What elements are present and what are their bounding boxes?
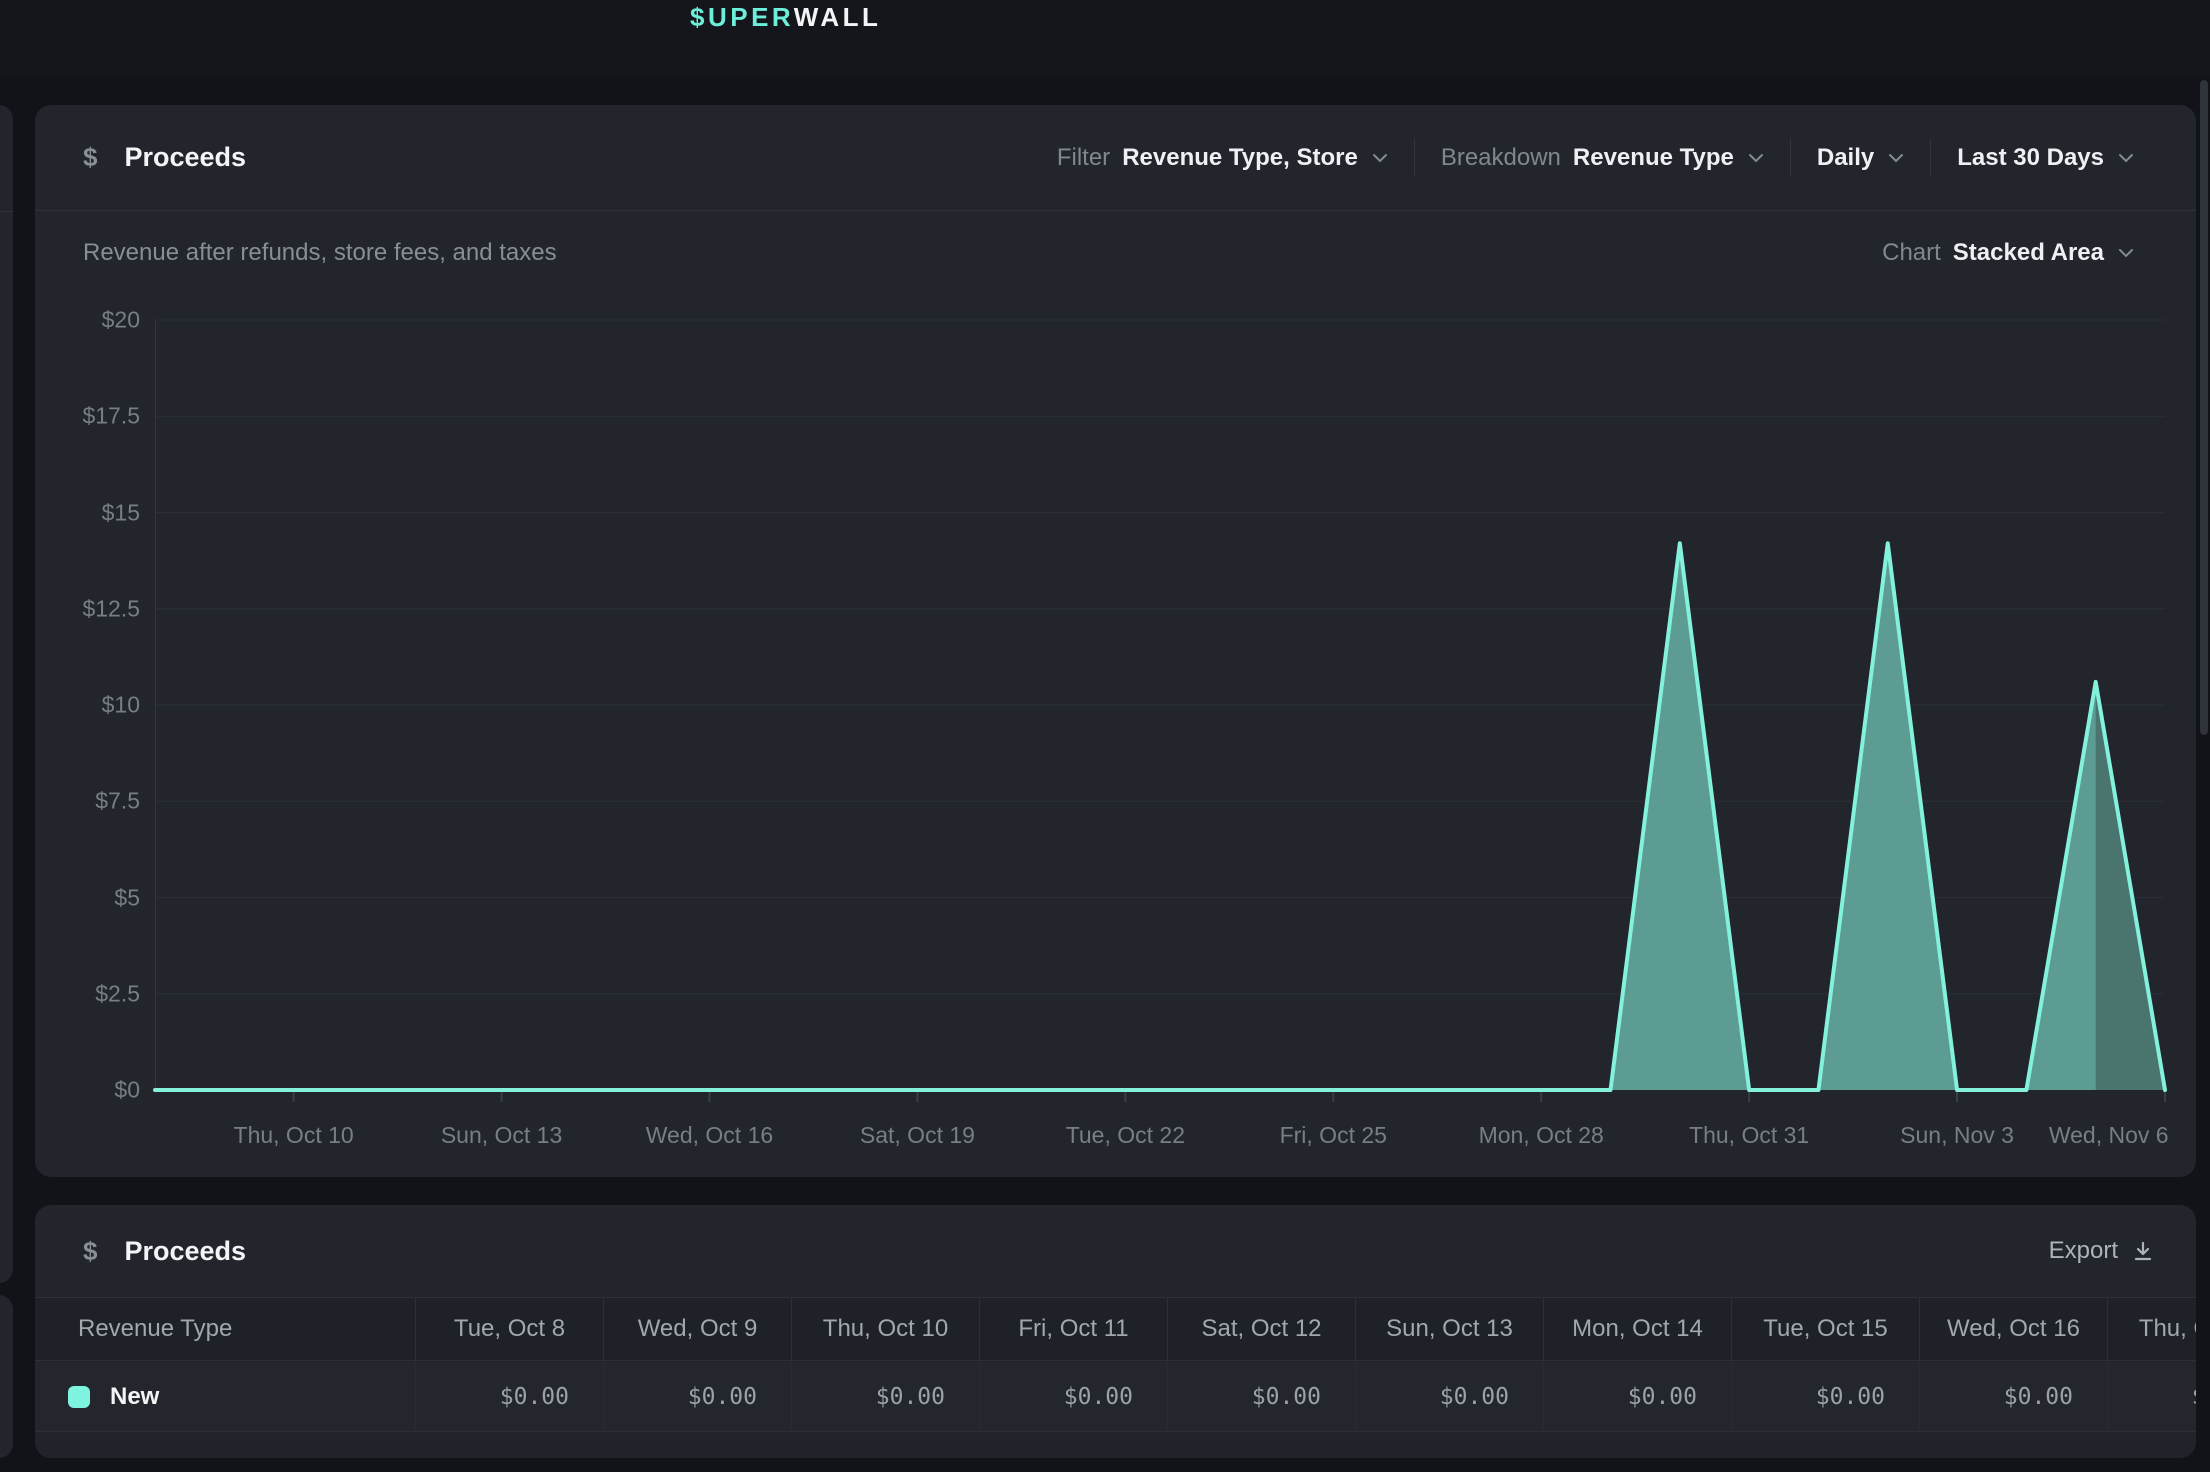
logo-dollar-part: $UPER [690,2,794,32]
date-range-value: Last 30 Days [1957,144,2104,172]
superwall-logo: $UPERWALL [690,2,881,33]
x-axis-label: Wed, Oct 16 [646,1122,773,1149]
dollar-icon: $ [83,1236,97,1267]
filter-dropdown[interactable]: Filter Revenue Type, Store [1031,144,1414,172]
value-cell: $0.00 [1543,1362,1731,1431]
y-axis-label: $15 [15,499,140,526]
chevron-down-icon [2118,153,2134,163]
value-cell: $0.00 [791,1362,979,1431]
x-axis-label: Sun, Nov 3 [1900,1122,2014,1149]
value-cell: $0.00 [1167,1362,1355,1431]
row-label-cell: New [35,1362,415,1431]
chart-controls: Filter Revenue Type, Store Breakdown Rev… [1031,139,2160,177]
value-cell: $0.00 [1355,1362,1543,1431]
chevron-down-icon [2118,248,2134,258]
column-header-date: Wed, Oct 9 [603,1298,791,1360]
column-header-date: Tue, Oct 8 [415,1298,603,1360]
table-card-header: $ Proceeds Export [35,1205,2196,1297]
y-axis-label: $10 [15,692,140,719]
y-axis-label: $7.5 [15,788,140,815]
column-header-date: Tue, Oct 15 [1731,1298,1919,1360]
x-axis-label: Mon, Oct 28 [1479,1122,1604,1149]
chart-subtitle: Revenue after refunds, store fees, and t… [83,239,557,267]
column-header-date: Wed, Oct 16 [1919,1298,2107,1360]
chevron-down-icon [1888,153,1904,163]
chart-type-dropdown[interactable]: Chart Stacked Area [1882,239,2134,267]
x-axis-label: Tue, Oct 22 [1066,1122,1185,1149]
left-clipped-card-divider [0,211,13,212]
x-axis-label: Sun, Oct 13 [441,1122,562,1149]
x-axis-label: Fri, Oct 25 [1280,1122,1387,1149]
proceeds-table-card: $ Proceeds Export Revenue TypeTue, Oct 8… [35,1205,2196,1458]
column-header-date: Sat, Oct 12 [1167,1298,1355,1360]
chart-type-label: Chart [1882,239,1941,267]
left-clipped-card-bottom [0,1295,13,1458]
value-cell: $0.00 [1919,1362,2107,1431]
chart-subheader: Revenue after refunds, store fees, and t… [35,233,2196,273]
chart-card-title: Proceeds [124,142,246,173]
chevron-down-icon [1748,153,1764,163]
granularity-value: Daily [1817,144,1874,172]
column-header-date: Thu, Oct 10 [791,1298,979,1360]
breakdown-dropdown[interactable]: Breakdown Revenue Type [1415,144,1790,172]
x-axis-label: Sat, Oct 19 [860,1122,975,1149]
area-fill [155,543,2165,1090]
value-cell: $0.00 [415,1362,603,1431]
granularity-dropdown[interactable]: Daily [1791,144,1930,172]
column-header-revenue-type: Revenue Type [35,1298,415,1360]
value-cell: $0.00 [603,1362,791,1431]
chevron-down-icon [1372,153,1388,163]
export-label: Export [2049,1237,2118,1265]
breakdown-value: Revenue Type [1573,144,1734,172]
x-axis-label: Thu, Oct 31 [1689,1122,1809,1149]
y-axis-label: $20 [15,307,140,334]
column-header-date: Mon, Oct 14 [1543,1298,1731,1360]
dollar-icon: $ [83,142,97,173]
x-axis-label: Thu, Oct 10 [234,1122,354,1149]
vertical-scrollbar-thumb[interactable] [2200,80,2208,735]
table-footer-strip [35,1433,2196,1458]
column-header-date: Sun, Oct 13 [1355,1298,1543,1360]
row-label: New [110,1383,159,1411]
value-cell: $0.00 [2107,1362,2196,1431]
series-color-swatch [68,1386,90,1408]
date-range-dropdown[interactable]: Last 30 Days [1931,144,2160,172]
filter-label: Filter [1057,144,1110,172]
filter-value: Revenue Type, Store [1122,144,1358,172]
table-header-row: Revenue TypeTue, Oct 8Wed, Oct 9Thu, Oct… [35,1297,2196,1361]
left-clipped-card [0,105,13,1283]
breakdown-label: Breakdown [1441,144,1561,172]
column-header-date: Thu, Oct 17 [2107,1298,2196,1360]
value-cell: $0.00 [1731,1362,1919,1431]
column-header-date: Fri, Oct 11 [979,1298,1167,1360]
chart-plot-svg [155,320,2165,1090]
download-icon [2132,1240,2154,1262]
proceeds-chart-card: $ Proceeds Filter Revenue Type, Store Br… [35,105,2196,1177]
y-axis-label: $5 [15,884,140,911]
chart-card-header: $ Proceeds Filter Revenue Type, Store Br… [35,105,2196,211]
y-axis-label: $17.5 [15,403,140,430]
y-axis-label: $12.5 [15,595,140,622]
y-axis-label: $0 [15,1077,140,1104]
y-axis-label: $2.5 [15,980,140,1007]
logo-wall-part: WALL [794,2,882,32]
chart-type-value: Stacked Area [1953,239,2104,267]
export-button[interactable]: Export [2049,1237,2154,1265]
table-row[interactable]: New$0.00$0.00$0.00$0.00$0.00$0.00$0.00$0… [35,1362,2196,1432]
table-card-title: Proceeds [124,1236,246,1267]
value-cell: $0.00 [979,1362,1167,1431]
x-axis-label: Wed, Nov 6 [2049,1122,2169,1149]
stacked-area-chart[interactable]: $0$2.5$5$7.5$10$12.5$15$17.5$20Thu, Oct … [155,320,2165,1090]
top-navigation-bar: $UPERWALL [0,0,2210,75]
